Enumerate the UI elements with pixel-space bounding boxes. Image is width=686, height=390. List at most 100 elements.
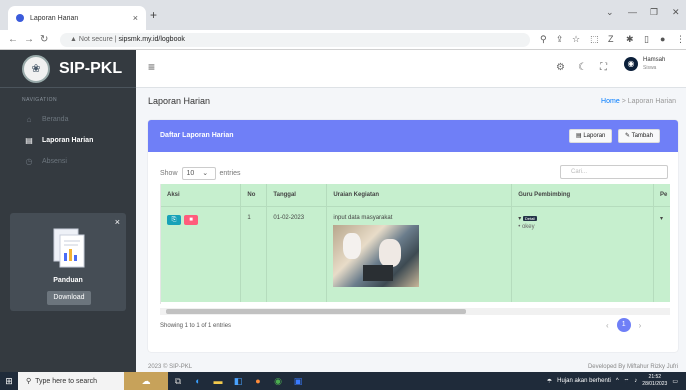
prev-page-button[interactable]: ‹: [606, 321, 609, 330]
next-page-button[interactable]: ›: [639, 321, 642, 330]
profile-icon[interactable]: ●: [660, 34, 665, 44]
panduan-card: × Panduan Download: [10, 213, 126, 311]
star-icon[interactable]: ☆: [572, 34, 580, 45]
panduan-close-button[interactable]: ×: [115, 217, 120, 227]
footer-copyright: 2023 © SIP-PKL: [148, 364, 193, 370]
page-button-current[interactable]: 1: [616, 318, 631, 332]
column-header[interactable]: Guru Pembimbing: [511, 184, 655, 206]
news-widget-icon[interactable]: ☁: [124, 372, 168, 390]
column-header[interactable]: Tanggal: [266, 184, 328, 206]
column-header[interactable]: Uraian Kegiatan: [326, 184, 513, 206]
sidebar-item-laporan-harian[interactable]: ▤ Laporan Harian: [0, 130, 136, 151]
fullscreen-icon[interactable]: ⛶: [600, 62, 607, 73]
forward-button[interactable]: →: [24, 34, 34, 45]
reload-button[interactable]: ↻: [40, 34, 48, 45]
pagination: ‹ 1 ›: [606, 318, 641, 332]
new-tab-button[interactable]: +: [150, 8, 157, 22]
logo-icon: ❀: [22, 54, 50, 83]
footer-credit: Developed By Miftahur Rizky Jufri: [587, 364, 678, 370]
firefox-icon[interactable]: ●: [248, 372, 268, 390]
entries-label: entries: [219, 170, 241, 177]
tanggal-cell: 01-02-2023: [266, 205, 328, 302]
zoom-icon[interactable]: ⚲: [540, 34, 547, 45]
network-icon[interactable]: ⌔: [624, 377, 630, 385]
browser-tab[interactable]: Laporan Harian ×: [8, 6, 146, 30]
search-input[interactable]: Cari...: [560, 165, 668, 179]
horizontal-scrollbar[interactable]: [160, 308, 670, 315]
window-close-button[interactable]: ✕: [672, 7, 680, 18]
sidebar: ❀ SIP-PKL NAVIGATION ⌂ Beranda ▤ Laporan…: [0, 50, 136, 378]
user-info: Hamsah Siswa: [643, 56, 665, 72]
volume-icon[interactable]: ♪: [634, 378, 637, 384]
chevron-down-icon[interactable]: ⌄: [606, 7, 614, 18]
address-bar: ← → ↻ ▲ Not secure | sipsmk.my.id/logboo…: [0, 30, 686, 50]
sidepanel-icon[interactable]: ▯: [644, 34, 649, 45]
avatar: ◉: [624, 57, 638, 71]
taskbar: ⊞ ⚲ Type here to search ☁ ⧉ ◐ ▬ ◧ ● ◉ ▣ …: [0, 372, 686, 390]
download-button[interactable]: Download: [47, 291, 91, 305]
share-icon[interactable]: ⇪: [556, 34, 564, 45]
brand[interactable]: ❀ SIP-PKL: [0, 50, 136, 88]
store-icon[interactable]: ◧: [228, 372, 248, 390]
clock-time: 21:52: [648, 374, 662, 380]
puzzle-icon[interactable]: ✱: [626, 34, 634, 45]
delete-button[interactable]: ■: [184, 214, 198, 225]
length-control: Show 10 ⌄ entries: [160, 167, 241, 180]
tambah-button[interactable]: ✎ Tambah: [618, 129, 660, 143]
gear-icon[interactable]: ⚙: [556, 62, 565, 73]
extension-icon[interactable]: ⬚: [590, 34, 599, 45]
column-header[interactable]: Pe: [653, 184, 670, 206]
file-explorer-icon[interactable]: ▬: [208, 372, 228, 390]
breadcrumb-separator: >: [621, 98, 626, 105]
detail-badge[interactable]: Detail: [522, 215, 538, 221]
chrome-icon[interactable]: ◉: [268, 372, 288, 390]
show-label: Show: [160, 170, 178, 177]
notification-icon[interactable]: ▭: [672, 378, 678, 385]
breadcrumb-home-link[interactable]: Home: [601, 98, 620, 105]
breadcrumb: Home > Laporan Harian: [601, 98, 676, 105]
taskbar-search-input[interactable]: ⚲ Type here to search: [18, 372, 124, 390]
card-header: Daftar Laporan Harian ▤ Laporan ✎ Tambah: [148, 120, 678, 152]
back-button[interactable]: ←: [8, 34, 18, 45]
sidebar-item-label: Beranda: [42, 116, 69, 123]
task-view-icon[interactable]: ⧉: [168, 372, 188, 390]
guru-note: okey: [521, 223, 535, 230]
scrollbar-thumb[interactable]: [166, 309, 466, 314]
taskbar-search-placeholder: Type here to search: [35, 377, 98, 385]
user-menu[interactable]: ◉ Hamsah Siswa: [624, 56, 665, 72]
table-info: Showing 1 to 1 of 1 entries: [160, 323, 232, 329]
chevron-up-icon[interactable]: ^: [616, 378, 619, 384]
entries-select[interactable]: 10 ⌄: [181, 167, 216, 180]
column-header[interactable]: No: [240, 184, 268, 206]
clock[interactable]: 21:52 28/01/2023: [642, 374, 667, 388]
edit-button[interactable]: ⎘: [167, 214, 181, 225]
menu-dots-icon[interactable]: ⋮: [676, 34, 685, 45]
table-header-row: Aksi No Tanggal Uraian Kegiatan Guru Pem…: [161, 184, 670, 206]
document-illustration-icon: [53, 228, 85, 268]
laporan-button[interactable]: ▤ Laporan: [569, 129, 613, 143]
windows-start-icon[interactable]: ⊞: [0, 372, 18, 390]
extension-z-icon[interactable]: Z: [608, 34, 614, 44]
caret-down-icon: ▾: [518, 215, 522, 222]
page-title: Laporan Harian: [148, 96, 211, 106]
user-name: Hamsah: [643, 57, 666, 63]
column-header[interactable]: Aksi: [161, 184, 242, 206]
activity-photo[interactable]: [333, 224, 420, 287]
no-cell: 1: [240, 205, 268, 302]
app-icon[interactable]: ▣: [288, 372, 308, 390]
hamburger-menu-icon[interactable]: ≡: [148, 60, 155, 74]
dark-mode-icon[interactable]: ☾: [578, 62, 587, 73]
guru-cell: ▾ Detail • okey: [511, 205, 655, 302]
entries-value: 10: [186, 170, 195, 177]
weather-text[interactable]: Hujan akan berhenti: [557, 378, 611, 384]
minimize-button[interactable]: —: [628, 7, 637, 17]
tab-close-button[interactable]: ×: [133, 13, 138, 23]
edge-icon[interactable]: ◐: [188, 372, 208, 390]
url-input[interactable]: ▲ Not secure | sipsmk.my.id/logbook: [60, 33, 530, 47]
clock-icon: ◷: [25, 157, 33, 166]
sidebar-item-beranda[interactable]: ⌂ Beranda: [0, 109, 136, 130]
laporan-card: Daftar Laporan Harian ▤ Laporan ✎ Tambah…: [148, 120, 678, 352]
clock-date: 28/01/2023: [642, 381, 668, 387]
sidebar-item-absensi[interactable]: ◷ Absensi: [0, 151, 136, 172]
maximize-button[interactable]: ❐: [650, 7, 658, 18]
